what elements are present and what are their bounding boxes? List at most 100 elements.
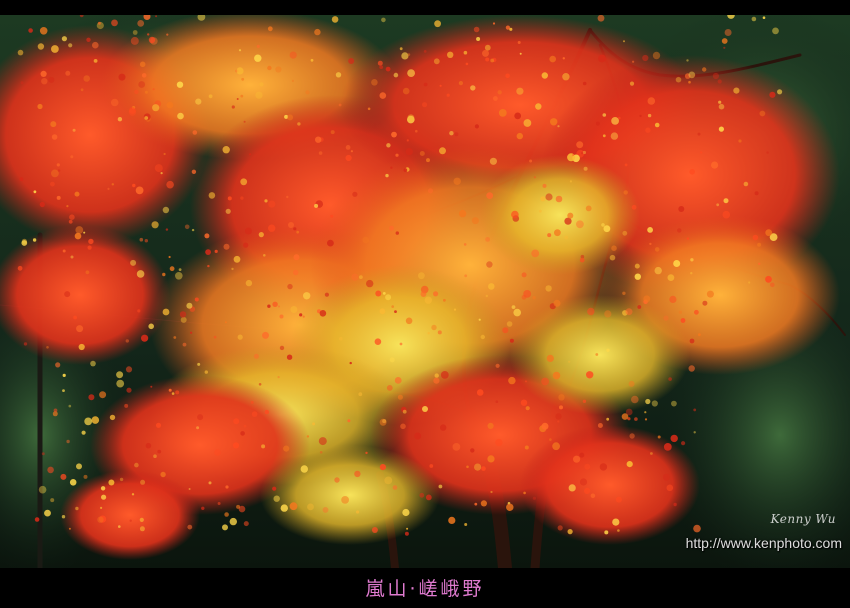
leaf-speckle: [693, 524, 701, 533]
leaf-speckle: [689, 338, 695, 344]
leaf-speckle: [366, 279, 374, 288]
leaf-speckle: [399, 342, 403, 346]
leaf-speckle: [649, 242, 652, 246]
leaf-speckle: [289, 51, 297, 59]
leaf-speckle: [463, 50, 468, 55]
leaf-speckle: [128, 108, 137, 116]
leaf-speckle: [240, 431, 245, 436]
leaf-speckle: [139, 526, 145, 532]
leaf-speckle: [214, 249, 218, 253]
leaf-speckle: [677, 228, 682, 233]
leaf-speckle: [406, 527, 409, 530]
leaf-speckle: [138, 81, 146, 88]
leaf-speckle: [429, 464, 434, 468]
leaf-speckle: [278, 305, 280, 308]
leaf-speckle: [777, 89, 783, 95]
leaf-speckle: [723, 46, 726, 49]
leaf-speckle: [62, 373, 66, 377]
leaf-speckle: [191, 169, 197, 174]
leaf-speckle: [69, 479, 77, 486]
leaf-speckle: [182, 342, 187, 347]
leaf-speckle: [669, 295, 677, 303]
leaf-speckle: [686, 237, 690, 240]
leaf-speckle: [582, 399, 587, 403]
leaf-speckle: [137, 20, 145, 27]
leaf-speckle: [240, 178, 248, 186]
leaf-speckle: [286, 354, 293, 360]
leaf-speckle: [618, 116, 621, 120]
leaf-speckle: [280, 504, 288, 512]
leaf-speckle: [559, 405, 563, 410]
leaf-speckle: [423, 50, 427, 53]
leaf-speckle: [287, 283, 293, 290]
leaf-speckle: [422, 102, 428, 108]
leaf-speckle: [50, 121, 57, 128]
leaf-speckle: [379, 418, 387, 426]
leaf-speckle: [481, 466, 486, 471]
leaf-speckle: [255, 91, 263, 99]
leaf-speckle: [61, 515, 66, 519]
leaf-speckle: [470, 85, 476, 91]
leaf-speckle: [495, 363, 500, 368]
leaf-speckle: [644, 411, 647, 414]
leaf-speckle: [433, 58, 440, 65]
leaf-speckle: [602, 134, 606, 138]
leaf-speckle: [162, 308, 170, 316]
leaf-speckle: [697, 132, 701, 136]
leaf-speckle: [523, 491, 526, 495]
leaf-speckle: [474, 124, 479, 129]
leaf-speckle: [70, 255, 74, 259]
leaf-speckle: [249, 153, 252, 156]
leaf-speckle: [454, 132, 459, 137]
leaf-speckle: [139, 517, 144, 522]
leaf-speckle: [465, 62, 469, 66]
leaf-speckle: [240, 94, 244, 98]
leaf-speckle: [41, 452, 45, 456]
leaf-speckle: [32, 238, 37, 242]
leaf-speckle: [229, 517, 237, 526]
leaf-speckle: [62, 389, 65, 392]
leaf-speckle: [327, 239, 334, 247]
leaf-speckle: [96, 21, 104, 30]
leaf-speckle: [724, 29, 732, 36]
leaf-speckle: [28, 28, 33, 33]
leaf-speckle: [386, 385, 393, 391]
leaf-speckle: [330, 130, 335, 135]
leaf-speckle: [111, 19, 118, 27]
leaf-speckle: [476, 389, 484, 396]
leaf-speckle: [227, 196, 232, 201]
leaf-speckle: [549, 55, 556, 63]
leaf-speckle: [666, 484, 674, 492]
leaf-speckle: [41, 78, 48, 85]
leaf-speckle: [762, 16, 766, 19]
leaf-speckle: [314, 28, 321, 36]
leaf-speckle: [296, 230, 300, 234]
leaf-speckle: [603, 225, 611, 233]
leaf-speckle: [377, 60, 383, 66]
leaf-speckle: [195, 98, 202, 105]
leaf-speckle: [693, 408, 697, 412]
leaf-speckle: [107, 187, 110, 190]
leaf-speckle: [151, 221, 159, 229]
leaf-speckle: [283, 445, 290, 452]
leaf-speckle: [523, 119, 532, 127]
leaf-speckle: [434, 373, 439, 378]
leaf-speckle: [204, 233, 210, 239]
leaf-speckle: [144, 90, 148, 94]
leaf-speckle: [419, 151, 425, 156]
leaf-speckle: [365, 451, 368, 455]
leaf-speckle: [33, 190, 37, 194]
leaf-speckle: [464, 274, 468, 278]
leaf-speckle: [702, 67, 707, 72]
leaf-speckle: [48, 76, 55, 83]
leaf-speckle: [765, 275, 772, 283]
leaf-speckle: [392, 485, 398, 490]
leaf-speckle: [700, 151, 703, 154]
leaf-speckle: [236, 67, 244, 75]
leaf-speckle: [464, 523, 468, 526]
leaf-speckle: [663, 315, 669, 321]
leaf-speckle: [447, 51, 454, 58]
leaf-speckle: [452, 443, 461, 451]
leaf-speckle: [237, 334, 243, 340]
leaf-speckle: [390, 166, 393, 169]
